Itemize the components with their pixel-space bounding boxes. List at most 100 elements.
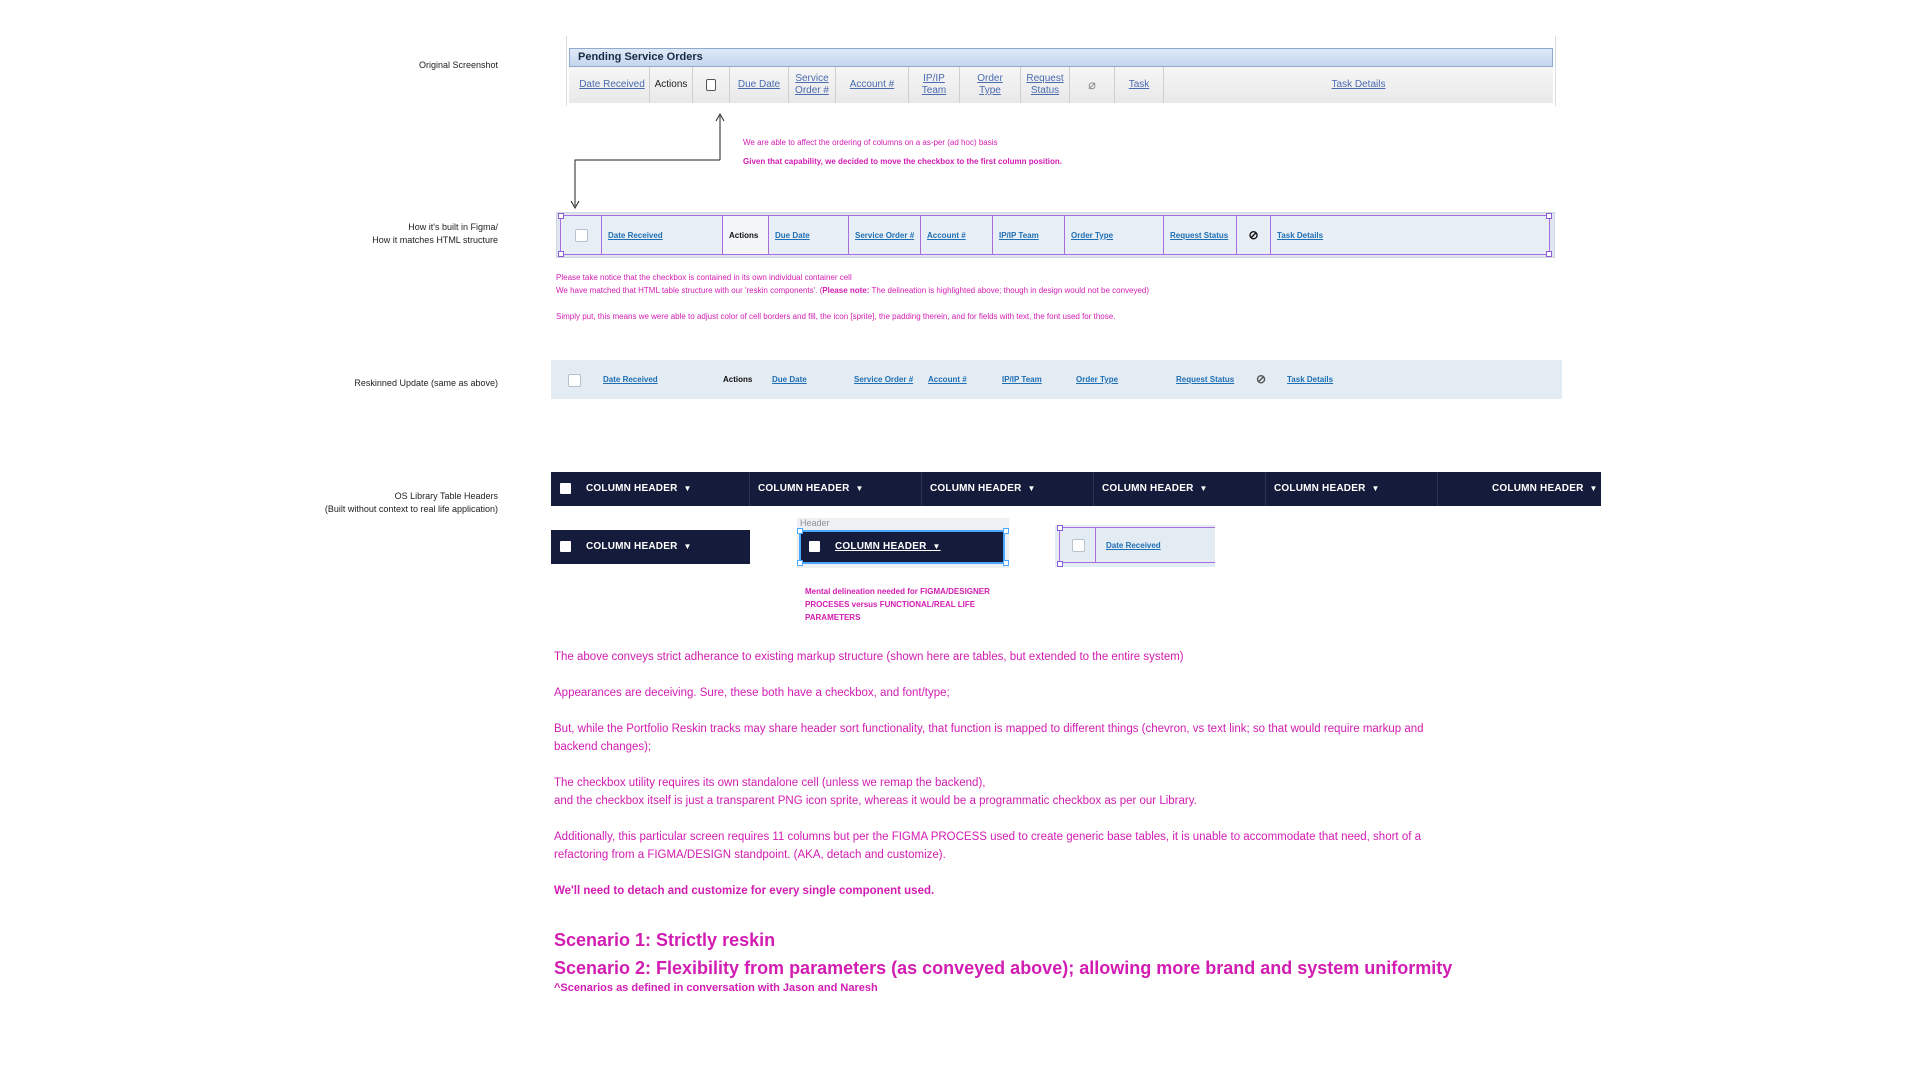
os-column-header-5[interactable]: COLUMN HEADER ▼ [1274, 472, 1380, 506]
figma-cell-date-received[interactable]: Date Received [601, 215, 723, 255]
orig-col-due-date[interactable]: Due Date [730, 67, 789, 103]
checkbox-icon[interactable] [560, 483, 571, 494]
os-divider [1265, 472, 1266, 506]
reskin-order-type[interactable]: Order Type [1076, 360, 1118, 399]
paperclip-icon: ⊘ [1256, 372, 1267, 386]
original-screenshot: Pending Service Orders Date Received Act… [566, 36, 1556, 106]
checkbox-icon[interactable] [706, 79, 716, 91]
reskin-ipip-team[interactable]: IP/IP Team [1002, 360, 1042, 399]
selection-handle [797, 528, 803, 534]
label-figma-line1: How it's built in Figma/ [408, 222, 498, 232]
paragraph-5b: refactoring from a FIGMA/DESIGN standpoi… [554, 849, 946, 861]
orig-col-account[interactable]: Account # [836, 67, 909, 103]
os-column-header-3[interactable]: COLUMN HEADER ▼ [930, 472, 1036, 506]
reskin-cell-example: Date Received [1055, 525, 1215, 567]
annotation-notice-3: Simply put, this means we were able to a… [556, 312, 1116, 321]
annotation-mental-2: PROCESES versus FUNCTIONAL/REAL LIFE [805, 600, 976, 609]
reskin-request-status[interactable]: Request Status [1176, 360, 1234, 399]
reskin-actions: Actions [723, 375, 753, 384]
selection-handle [1003, 560, 1009, 566]
selection-handle [797, 560, 803, 566]
os-column-header-2[interactable]: COLUMN HEADER ▼ [758, 472, 864, 506]
label-os-line2: (Built without context to real life appl… [324, 504, 498, 514]
figma-cell-service-order[interactable]: Service Order # [848, 215, 921, 255]
paragraph-3a: But, while the Portfolio Reskin tracks m… [554, 723, 1424, 735]
reskinned-row: Date Received Actions Due Date Service O… [551, 360, 1562, 399]
figma-cell-order-type[interactable]: Order Type [1064, 215, 1164, 255]
figma-cell-due-date[interactable]: Due Date [768, 215, 849, 255]
os-library-header-bar: COLUMN HEADER ▼ COLUMN HEADER ▼ COLUMN H… [551, 472, 1601, 506]
chevron-down-icon[interactable]: ▼ [1589, 484, 1597, 493]
paperclip-icon: ⊘ [1248, 228, 1259, 242]
figma-cells: Date Received Actions Due Date Service O… [560, 215, 1550, 255]
annotation-notice-2: We have matched that HTML table structur… [556, 286, 1150, 295]
label-figma-line2: How it matches HTML structure [372, 235, 498, 245]
reskin-cell-checkbox[interactable] [1059, 527, 1096, 563]
checkbox-icon[interactable] [568, 374, 581, 387]
paragraph-4a: The checkbox utility requires its own st… [554, 777, 986, 789]
orig-col-attachment: ⌀ [1070, 67, 1115, 103]
os-selected-header[interactable]: COLUMN HEADER ▼ [799, 530, 1005, 564]
orig-col-task[interactable]: Task [1115, 67, 1164, 103]
annotation-mental-3: PARAMETERS [805, 613, 861, 622]
reskin-service-order[interactable]: Service Order # [854, 360, 913, 399]
scenario-footnote: ^Scenarios as defined in conversation wi… [554, 982, 878, 994]
orig-col-ipip-team[interactable]: IP/IP Team [909, 67, 960, 103]
figma-cell-request-status[interactable]: Request Status [1163, 215, 1237, 255]
annotation-mental-delineation: Mental delineation needed for FIGMA/DESI… [805, 585, 990, 624]
selection-handle [1057, 561, 1063, 567]
checkbox-icon[interactable] [1072, 539, 1085, 552]
orig-col-task-details[interactable]: Task Details [1164, 67, 1553, 103]
orig-col-actions: Actions [650, 67, 693, 103]
chevron-down-icon[interactable]: ▼ [1199, 484, 1207, 493]
paragraph-4b: and the checkbox itself is just a transp… [554, 795, 1197, 807]
chevron-down-icon[interactable]: ▼ [855, 484, 863, 493]
chevron-down-icon[interactable]: ▼ [683, 484, 691, 493]
figma-cell-checkbox[interactable] [560, 215, 602, 255]
reskin-due-date[interactable]: Due Date [772, 360, 807, 399]
selection-handle [1057, 525, 1063, 531]
os-divider [1437, 472, 1438, 506]
figma-cell-ipip-team[interactable]: IP/IP Team [992, 215, 1065, 255]
figma-cell-account[interactable]: Account # [920, 215, 993, 255]
checkbox-icon[interactable] [575, 228, 588, 242]
selection-handle [1003, 528, 1009, 534]
annotation-notice: Please take notice that the checkbox is … [556, 271, 1149, 323]
paragraph-6: We'll need to detach and customize for e… [554, 885, 935, 897]
chevron-down-icon[interactable]: ▼ [932, 542, 940, 551]
os-column-header-1[interactable]: COLUMN HEADER ▼ [586, 472, 692, 506]
orig-col-date-received[interactable]: Date Received [575, 67, 650, 103]
scenario-2: Scenario 2: Flexibility from parameters … [554, 958, 1453, 978]
os-column-header-4[interactable]: COLUMN HEADER ▼ [1102, 472, 1208, 506]
label-reskinned: Reskinned Update (same as above) [354, 378, 498, 388]
figma-cell-attachment: ⊘ [1236, 215, 1271, 255]
explanation-body: The above conveys strict adherance to ex… [554, 648, 1494, 900]
selection-handle [1546, 251, 1552, 257]
os-single-column-header[interactable]: COLUMN HEADER ▼ [586, 530, 692, 564]
os-column-header-6[interactable]: COLUMN HEADER ▼ [1492, 472, 1598, 506]
reskin-date-received[interactable]: Date Received [603, 360, 658, 399]
checkbox-icon[interactable] [809, 541, 820, 552]
chevron-down-icon[interactable]: ▼ [1371, 484, 1379, 493]
chevron-down-icon[interactable]: ▼ [1027, 484, 1035, 493]
checkbox-icon[interactable] [560, 541, 571, 552]
reskin-task-details[interactable]: Task Details [1287, 360, 1333, 399]
selection-handle [558, 251, 564, 257]
os-selected-column-header[interactable]: COLUMN HEADER ▼ [835, 530, 941, 564]
orig-col-order-type[interactable]: Order Type [960, 67, 1021, 103]
orig-col-request-status[interactable]: Request Status [1021, 67, 1070, 103]
paragraph-2: Appearances are deceiving. Sure, these b… [554, 687, 950, 699]
paragraph-3b: backend changes); [554, 741, 652, 753]
figma-structure-row: Date Received Actions Due Date Service O… [556, 212, 1555, 258]
label-os-line1: OS Library Table Headers [394, 491, 498, 501]
scenarios: Scenario 1: Strictly reskin Scenario 2: … [554, 926, 1452, 982]
scenario-1: Scenario 1: Strictly reskin [554, 930, 776, 950]
os-divider [1093, 472, 1094, 506]
orig-col-service-order[interactable]: Service Order # [789, 67, 836, 103]
figma-cell-task-details[interactable]: Task Details [1270, 215, 1550, 255]
orig-col-checkbox[interactable] [693, 67, 730, 103]
chevron-down-icon[interactable]: ▼ [683, 542, 691, 551]
paragraph-1: The above conveys strict adherance to ex… [554, 651, 1184, 663]
reskin-cell-date-received[interactable]: Date Received [1095, 527, 1215, 563]
reskin-account[interactable]: Account # [928, 360, 967, 399]
